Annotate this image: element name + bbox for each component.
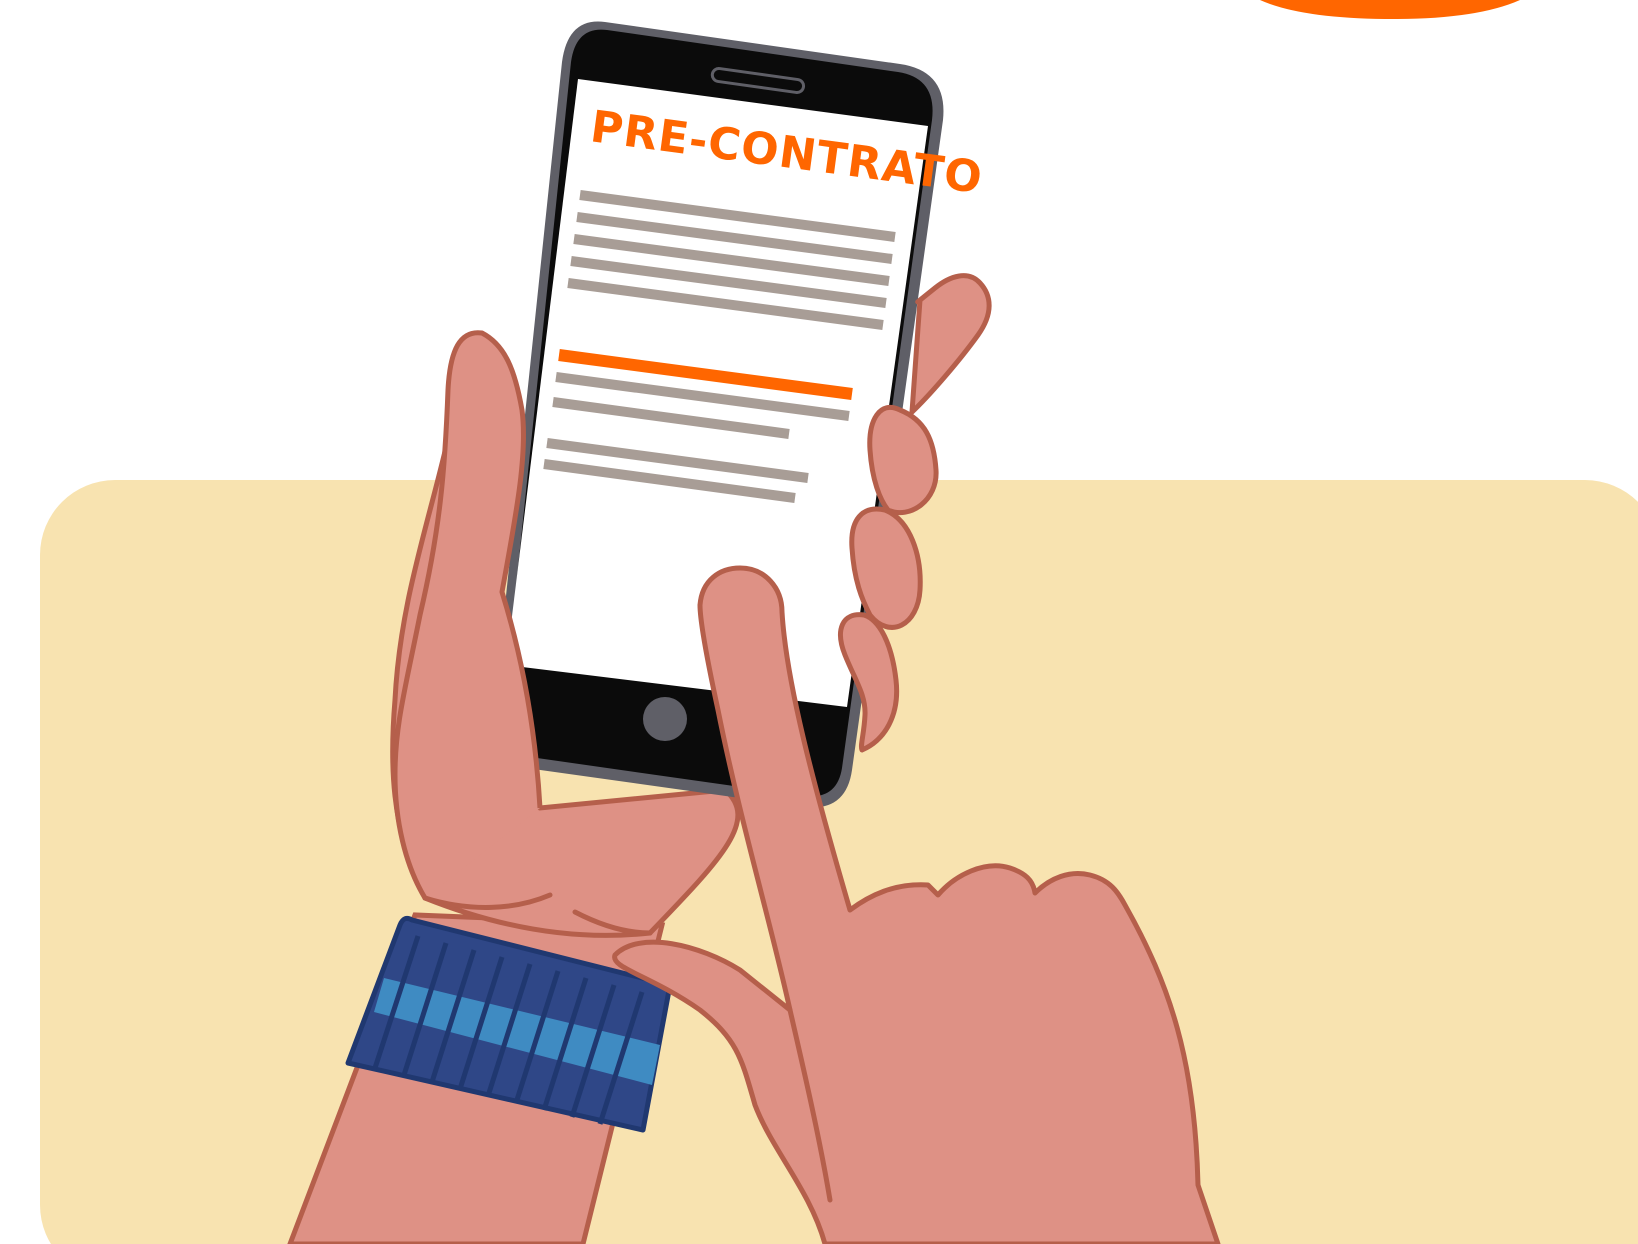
finger (909, 273, 992, 415)
orange-blob (1260, 0, 1520, 20)
home-button-icon (643, 697, 687, 741)
contract-phone-illustration: PRE-CONTRATO (40, 0, 1638, 1244)
illustration-stage: PRE-CONTRATO (0, 0, 1638, 1244)
finger (867, 405, 939, 516)
